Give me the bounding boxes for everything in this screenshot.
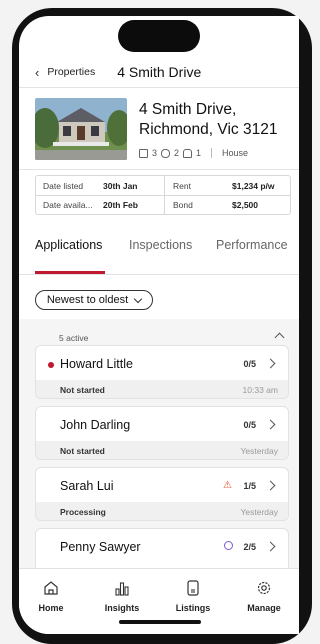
property-address: 4 Smith Drive, Richmond, Vic 3121: [139, 100, 277, 140]
application-time: 10:33 am: [242, 385, 278, 395]
home-icon: [44, 581, 58, 595]
details-row: Date listed 30th Jan Rent $1,234 p/w: [36, 176, 290, 196]
clock-icon: [224, 541, 233, 550]
car-icon: [183, 148, 193, 158]
application-score: 0/5: [243, 359, 256, 369]
document-icon: [187, 580, 199, 596]
card-header: John Darling 0/5: [36, 407, 288, 441]
chevron-right-icon: [265, 480, 276, 491]
chevron-down-icon: [133, 294, 143, 303]
date-listed-value: 30th Jan: [103, 181, 138, 191]
nav-bar: ‹ Properties 4 Smith Drive: [19, 58, 299, 86]
address-line-2: Richmond, Vic 3121: [139, 121, 278, 138]
back-button[interactable]: Properties: [47, 66, 95, 78]
chevron-right-icon: [265, 419, 276, 430]
nav-label: Home: [38, 603, 64, 613]
tab-bar: Applications Inspections Performance: [19, 238, 299, 274]
divider: [19, 87, 299, 88]
property-type: House: [222, 148, 249, 158]
rent-value: $1,234 p/w: [232, 181, 275, 191]
page-title: 4 Smith Drive: [117, 64, 202, 80]
application-status: Not started: [60, 446, 105, 456]
tab-performance[interactable]: Performance: [216, 238, 288, 252]
applicant-name: Penny Sawyer: [60, 540, 141, 554]
cars-count: 1: [196, 148, 202, 158]
application-card[interactable]: Howard Little 0/5 Not started 10:33 am: [35, 345, 289, 399]
baths-count: 2: [174, 148, 180, 158]
card-footer: Not started 10:33 am: [36, 380, 288, 398]
application-time: Yesterday: [240, 446, 279, 456]
app-screen: ‹ Properties 4 Smith Drive 4 Smith Drive…: [19, 16, 299, 634]
bottom-nav: Home Insights Listings Manage: [19, 568, 299, 634]
tab-inspections[interactable]: Inspections: [129, 238, 192, 252]
bond-value: $2,500: [232, 200, 258, 210]
application-status: Processing: [60, 507, 106, 517]
card-header: Howard Little 0/5: [36, 346, 288, 380]
nav-label: Manage: [247, 603, 281, 613]
sort-dropdown[interactable]: Newest to oldest: [35, 290, 153, 310]
application-score: 1/5: [243, 481, 256, 491]
dynamic-island: [118, 20, 200, 52]
nav-listings[interactable]: Listings: [163, 579, 223, 613]
date-listed-label: Date listed: [43, 181, 84, 191]
chevron-right-icon: [265, 358, 276, 369]
applicant-name: John Darling: [60, 418, 131, 432]
nav-label: Listings: [175, 603, 211, 613]
tab-applications[interactable]: Applications: [35, 238, 102, 252]
bed-icon: [139, 148, 148, 158]
application-card[interactable]: John Darling 0/5 Not started Yesterday: [35, 406, 289, 460]
property-details-table: Date listed 30th Jan Rent $1,234 p/w Dat…: [35, 175, 291, 215]
card-footer: Not started Yesterday: [36, 441, 288, 459]
divider: [211, 148, 213, 158]
card-header: Sarah Lui ⚠ 1/5: [36, 468, 288, 502]
details-row: Date availa... 20th Feb Bond $2,500: [36, 195, 290, 214]
date-available-label: Date availa...: [43, 200, 93, 210]
gear-icon: [257, 581, 271, 595]
bond-label: Bond: [173, 200, 193, 210]
nav-manage[interactable]: Manage: [234, 579, 294, 613]
nav-label: Insights: [104, 603, 140, 613]
beds-count: 3: [152, 148, 158, 158]
property-specs: 3 2 1 House: [139, 148, 248, 158]
rent-label: Rent: [173, 181, 191, 191]
bath-icon: [161, 148, 171, 158]
warning-icon: ⚠: [223, 480, 232, 491]
address-line-1: 4 Smith Drive,: [139, 101, 237, 118]
application-status: Not started: [60, 385, 105, 395]
chevron-right-icon: [265, 541, 276, 552]
date-available-value: 20th Feb: [103, 200, 138, 210]
active-count: 5 active: [59, 333, 89, 343]
application-time: Yesterday: [240, 507, 279, 517]
card-header: Penny Sawyer 2/5: [36, 529, 288, 563]
divider: [19, 274, 299, 275]
application-score: 0/5: [243, 420, 256, 430]
nav-home[interactable]: Home: [21, 579, 81, 613]
bar-chart-icon: [115, 582, 129, 596]
application-card[interactable]: Sarah Lui ⚠ 1/5 Processing Yesterday: [35, 467, 289, 521]
unread-indicator: [48, 362, 54, 368]
applicant-name: Sarah Lui: [60, 479, 114, 493]
home-indicator: [119, 620, 201, 624]
applicant-name: Howard Little: [60, 357, 133, 371]
card-footer: Processing Yesterday: [36, 502, 288, 520]
sort-label: Newest to oldest: [46, 294, 129, 306]
property-photo: [35, 98, 127, 160]
nav-insights[interactable]: Insights: [92, 579, 152, 613]
application-score: 2/5: [243, 542, 256, 552]
divider: [19, 169, 299, 170]
back-chevron-icon[interactable]: ‹: [35, 65, 39, 80]
